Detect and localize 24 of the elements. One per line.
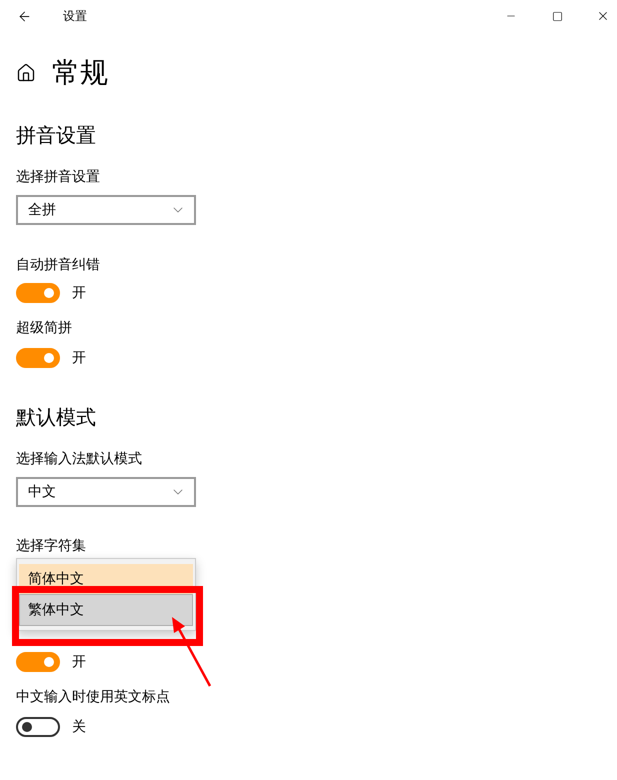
setting-label: 超级简拼 xyxy=(16,319,72,338)
dropdown-option[interactable]: 繁体中文 xyxy=(19,594,193,626)
toggle-state-text: 开 xyxy=(72,349,86,368)
annotation-arrow xyxy=(171,616,213,688)
setting-label: 自动拼音纠错 xyxy=(16,256,100,275)
setting-label: 选择拼音设置 xyxy=(16,168,100,187)
section-heading: 默认模式 xyxy=(16,404,96,431)
page-title: 常规 xyxy=(52,56,108,90)
maximize-icon xyxy=(552,10,562,22)
toggle-switch[interactable] xyxy=(16,283,60,303)
section-heading: 拼音设置 xyxy=(16,122,96,149)
dropdown[interactable]: 全拼 xyxy=(16,195,196,225)
setting-label: 中文输入时使用英文标点 xyxy=(16,688,170,707)
window-title: 设置 xyxy=(63,8,87,24)
setting-label: 选择字符集 xyxy=(16,537,86,556)
home-icon xyxy=(16,63,36,83)
toggle-state-text: 关 xyxy=(72,718,86,737)
toggle-state-text: 开 xyxy=(72,653,86,672)
setting-label: 选择输入法默认模式 xyxy=(16,450,142,469)
toggle-switch[interactable] xyxy=(16,652,60,672)
toggle-state-text: 开 xyxy=(72,284,86,303)
toggle-switch[interactable] xyxy=(16,348,60,368)
dropdown[interactable]: 中文 xyxy=(16,477,196,507)
toggle-switch[interactable] xyxy=(16,717,60,737)
